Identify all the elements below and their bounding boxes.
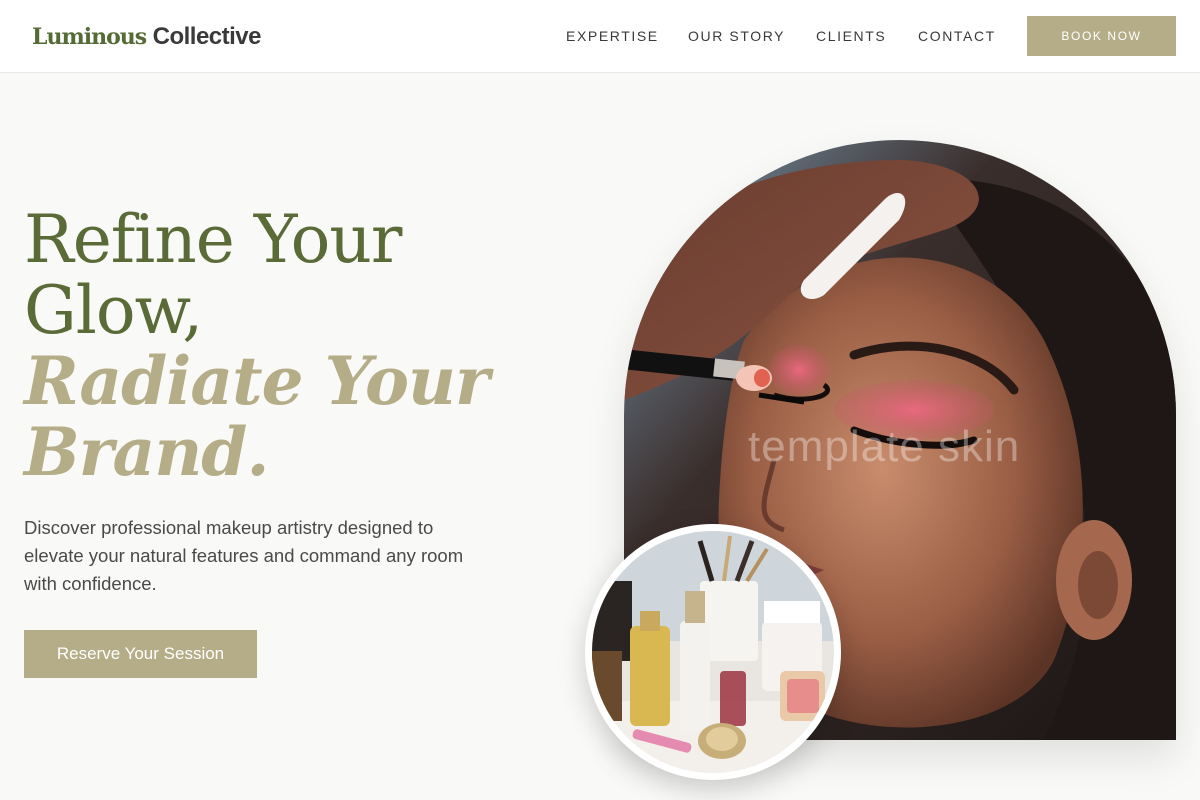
nav-link-expertise[interactable]: EXPERTISE xyxy=(566,26,659,46)
reserve-session-button[interactable]: Reserve Your Session xyxy=(24,630,257,678)
brand-name-primary: Luminous xyxy=(32,24,147,50)
headline-line-1: Refine Your xyxy=(24,201,402,278)
book-now-button[interactable]: BOOK NOW xyxy=(1027,16,1176,56)
site-header: Luminous Collective EXPERTISE OUR STORY … xyxy=(0,0,1200,73)
brand-logo[interactable]: Luminous Collective xyxy=(32,20,262,53)
hero-headline: Refine Your Glow, Radiate Your Brand. xyxy=(24,204,564,488)
nav-link-our-story[interactable]: OUR STORY xyxy=(688,26,785,46)
nav-link-contact[interactable]: CONTACT xyxy=(918,26,996,46)
headline-line-3: Radiate Your xyxy=(24,342,490,420)
image-watermark: template skin xyxy=(748,422,1021,471)
inset-photo-makeup-products xyxy=(585,524,841,780)
nav-link-clients[interactable]: CLIENTS xyxy=(816,26,886,46)
headline-line-4: Brand. xyxy=(24,413,269,491)
brand-name-secondary: Collective xyxy=(152,23,262,50)
hero-description: Discover professional makeup artistry de… xyxy=(24,517,464,594)
headline-line-2: Glow, xyxy=(24,272,203,349)
